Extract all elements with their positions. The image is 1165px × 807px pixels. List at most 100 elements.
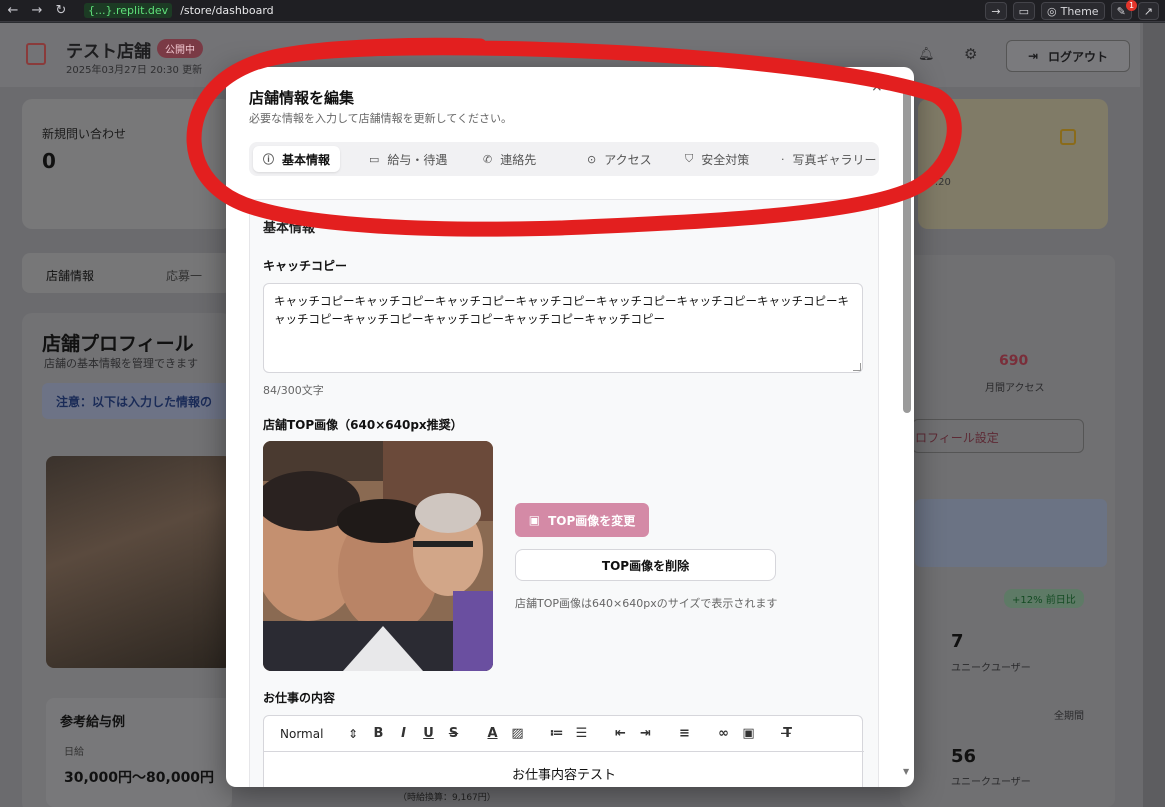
strike-icon[interactable]: S [441,726,466,741]
store-icon [26,43,46,65]
location-icon: ⊙ [587,152,597,166]
edit-store-modal: × 店舗情報を編集 必要な情報を入力して店舗情報を更新してください。 ⓘ 基本情報… [226,67,914,787]
unique-users-value: 7 [951,631,964,652]
tab-label: アクセス [604,152,652,167]
calendar-icon [1060,129,1076,145]
tab-label: 給与・待遇 [387,152,448,167]
stat-card-inquiries: 新規問い合わせ 0 [22,99,232,229]
link-icon[interactable]: ∞ [711,726,736,741]
monthly-access-value: 690 [999,353,1029,369]
unique-users-label: ユニークユーザー [951,663,1031,674]
stat-label: 新規問い合わせ [42,127,127,141]
page-scrollbar[interactable] [1143,23,1165,807]
monthly-access-label: 月間アクセス [985,383,1045,394]
go-arrow-icon[interactable]: → [985,2,1007,20]
tab-store-info[interactable]: 店舗情報 [46,267,94,284]
theme-button[interactable]: ◎ Theme [1041,2,1105,20]
tab-gallery[interactable]: · 写真ギャラリー [781,146,877,172]
stat-value: 0 [42,149,56,173]
italic-icon[interactable]: I [391,726,416,741]
tab-salary[interactable]: ▭ 給与・待遇 [369,146,447,172]
tab-applicants[interactable]: 応募一 [166,267,202,284]
gear-icon[interactable]: ⚙ [964,45,977,63]
photo-icon: · [781,152,785,166]
format-select[interactable]: Normal ⇕ [280,727,366,741]
char-counter: 84/300文字 [263,384,324,397]
image-icon: ▣ [528,513,541,527]
modal-title: 店舗情報を編集 [249,89,355,107]
logout-icon: ⇥ [1027,49,1039,63]
job-content-label: お仕事の内容 [263,691,336,705]
tab-basic-info[interactable]: ⓘ 基本情報 [253,146,341,172]
logout-button[interactable]: ⇥ ログアウト [1006,40,1130,72]
rich-text-editor: Normal ⇕ B I U S A ▨ ≔ ☰ ⇤ ⇥ ≡ ∞ ▣ T̶ お仕事… [263,715,864,787]
section-heading: 基本情報 [263,221,316,236]
tab-contact[interactable]: ✆ 連絡先 [483,146,536,172]
close-icon[interactable]: × [871,79,883,95]
bell-icon[interactable]: 🔔︎ [918,47,935,62]
modal-subtitle: 必要な情報を入力して店舗情報を更新してください。 [249,112,513,125]
resize-handle[interactable] [853,363,861,371]
phone-icon: ✆ [483,152,493,166]
store-name: テスト店舗 [66,42,151,62]
change-image-button[interactable]: ▣ TOP画像を変更 [515,503,649,537]
tab-safety[interactable]: ⛉ 安全対策 [685,146,749,172]
outdent-icon[interactable]: ⇤ [608,726,633,741]
reload-icon[interactable]: ↻ [54,3,68,18]
unique-users-total-label: ユニークユーザー [951,777,1031,788]
growth-badge: +12% 前日比 [1004,589,1084,608]
devices-icon[interactable]: ▭ [1012,2,1035,20]
theme-label: Theme [1060,4,1099,18]
underline-icon[interactable]: U [416,726,441,741]
forward-icon[interactable]: → [30,3,44,18]
editor-toolbar: Normal ⇕ B I U S A ▨ ≔ ☰ ⇤ ⇥ ≡ ∞ ▣ T̶ [264,716,864,752]
money-icon: ▭ [369,152,380,166]
palette-icon: ◎ [1047,4,1057,18]
salary-day-label: 日給 [64,747,84,758]
format-value: Normal [280,726,324,741]
salary-title: 参考給与例 [60,715,126,730]
tab-label: 安全対策 [701,152,750,167]
hourly-note: （時給換算：9,167円） [398,793,496,803]
logout-label: ログアウト [1048,49,1109,64]
period-label: 全期間 [1054,711,1084,722]
shield-icon: ⛉ [685,152,694,165]
tab-label: 写真ギャラリー [792,152,877,167]
browser-toolbar: ← → ↻ {...}.replit.dev /store/dashboard … [0,0,1165,22]
updated-time: 2025年03月27日 20:30 更新 [66,65,203,76]
ordered-list-icon[interactable]: ≔ [544,726,569,741]
back-icon[interactable]: ← [6,3,20,18]
image-note: 店舗TOP画像は640×640pxのサイズで表示されます [515,597,778,610]
info-banner [915,499,1107,567]
bullet-list-icon[interactable]: ☰ [569,726,594,741]
salary-value: 30,000円〜80,000円 [64,770,215,786]
open-external-icon[interactable]: ↗ [1137,2,1159,20]
info-icon: ⓘ [263,153,274,166]
text-color-icon[interactable]: A [480,726,505,741]
scroll-down-icon[interactable]: ▼ [903,767,909,776]
status-badge: 公開中 [157,39,203,58]
schedule-time: 00:20 [922,177,951,188]
top-image-preview [263,441,493,671]
profile-settings-button[interactable]: ロフィール設定 [912,419,1084,453]
address-bar[interactable]: {...}.replit.dev /store/dashboard [84,2,274,20]
tab-label: 基本情報 [282,152,331,167]
background-color-icon[interactable]: ▨ [505,726,530,741]
align-icon[interactable]: ≡ [672,726,697,741]
notification-badge: 1 [1126,0,1137,11]
modal-scrollbar[interactable] [903,89,911,413]
profile-subtitle: 店舗の基本情報を管理できます [44,357,198,370]
tab-access[interactable]: ⊙ アクセス [587,146,652,172]
delete-image-button[interactable]: TOP画像を削除 [515,549,776,581]
profile-photo [46,456,232,668]
stat-card-schedule: 00:20 [918,99,1108,229]
indent-icon[interactable]: ⇥ [633,726,658,741]
unique-users-total-value: 56 [951,746,977,767]
catchcopy-textarea[interactable]: キャッチコピーキャッチコピーキャッチコピーキャッチコピーキャッチコピーキャッチコ… [263,283,863,373]
clear-format-icon[interactable]: T̶ [775,726,800,741]
bold-icon[interactable]: B [366,726,391,741]
image-insert-icon[interactable]: ▣ [736,726,761,741]
editor-content[interactable]: お仕事内容テスト [264,764,864,783]
note-text: 注意：以下は入力した情報の [56,395,213,409]
url-path: /store/dashboard [180,4,274,17]
